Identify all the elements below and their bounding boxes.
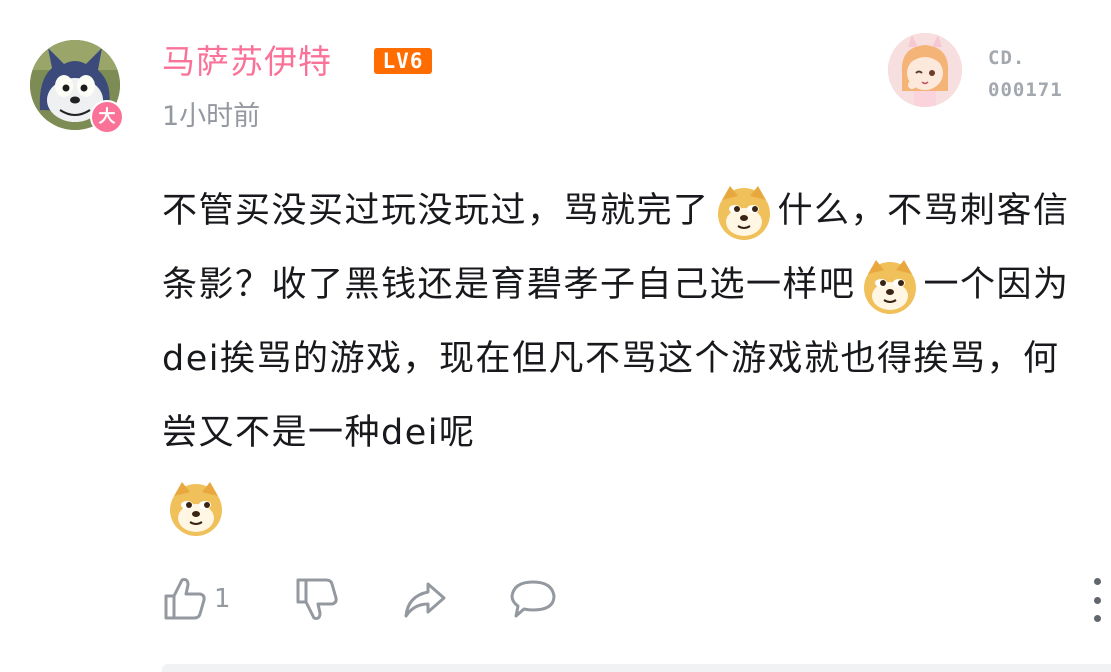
share-button[interactable] <box>400 574 450 624</box>
comment-text-part-1: 不管买没买过玩没玩过，骂就完了 <box>162 191 710 231</box>
reply-preview-strip <box>162 664 1111 672</box>
like-button[interactable]: 1 <box>160 574 231 624</box>
comment-bubble-icon <box>510 580 556 618</box>
comment-time: 1小时前 <box>162 101 261 132</box>
more-options-button[interactable] <box>1090 578 1104 622</box>
level-badge: LV6 <box>374 48 432 74</box>
more-dot-icon <box>1093 596 1101 604</box>
reply-button[interactable] <box>508 574 558 624</box>
fan-badge-avatar <box>888 33 962 107</box>
comment-text: 不管买没买过玩没玩过，骂就完了 什么，不骂刺客信条影？收了黑钱还是育碧孝子自己选一… <box>162 174 1092 544</box>
thumbs-up-icon <box>164 578 206 620</box>
like-count: 1 <box>214 584 231 614</box>
more-dot-icon <box>1093 578 1101 585</box>
anime-girl-avatar-image <box>888 33 962 107</box>
fan-badge-number: CD. 000171 <box>988 47 1063 101</box>
more-dot-icon <box>1093 615 1101 622</box>
doge-emote-icon <box>714 182 774 242</box>
thumbs-down-icon <box>296 578 338 620</box>
doge-emote-icon <box>860 256 920 316</box>
username[interactable]: 马萨苏伊特 <box>162 42 332 82</box>
dislike-button[interactable] <box>292 574 342 624</box>
big-member-badge: 大 <box>90 100 124 134</box>
share-icon <box>404 582 446 618</box>
doge-emote-icon <box>166 478 226 538</box>
